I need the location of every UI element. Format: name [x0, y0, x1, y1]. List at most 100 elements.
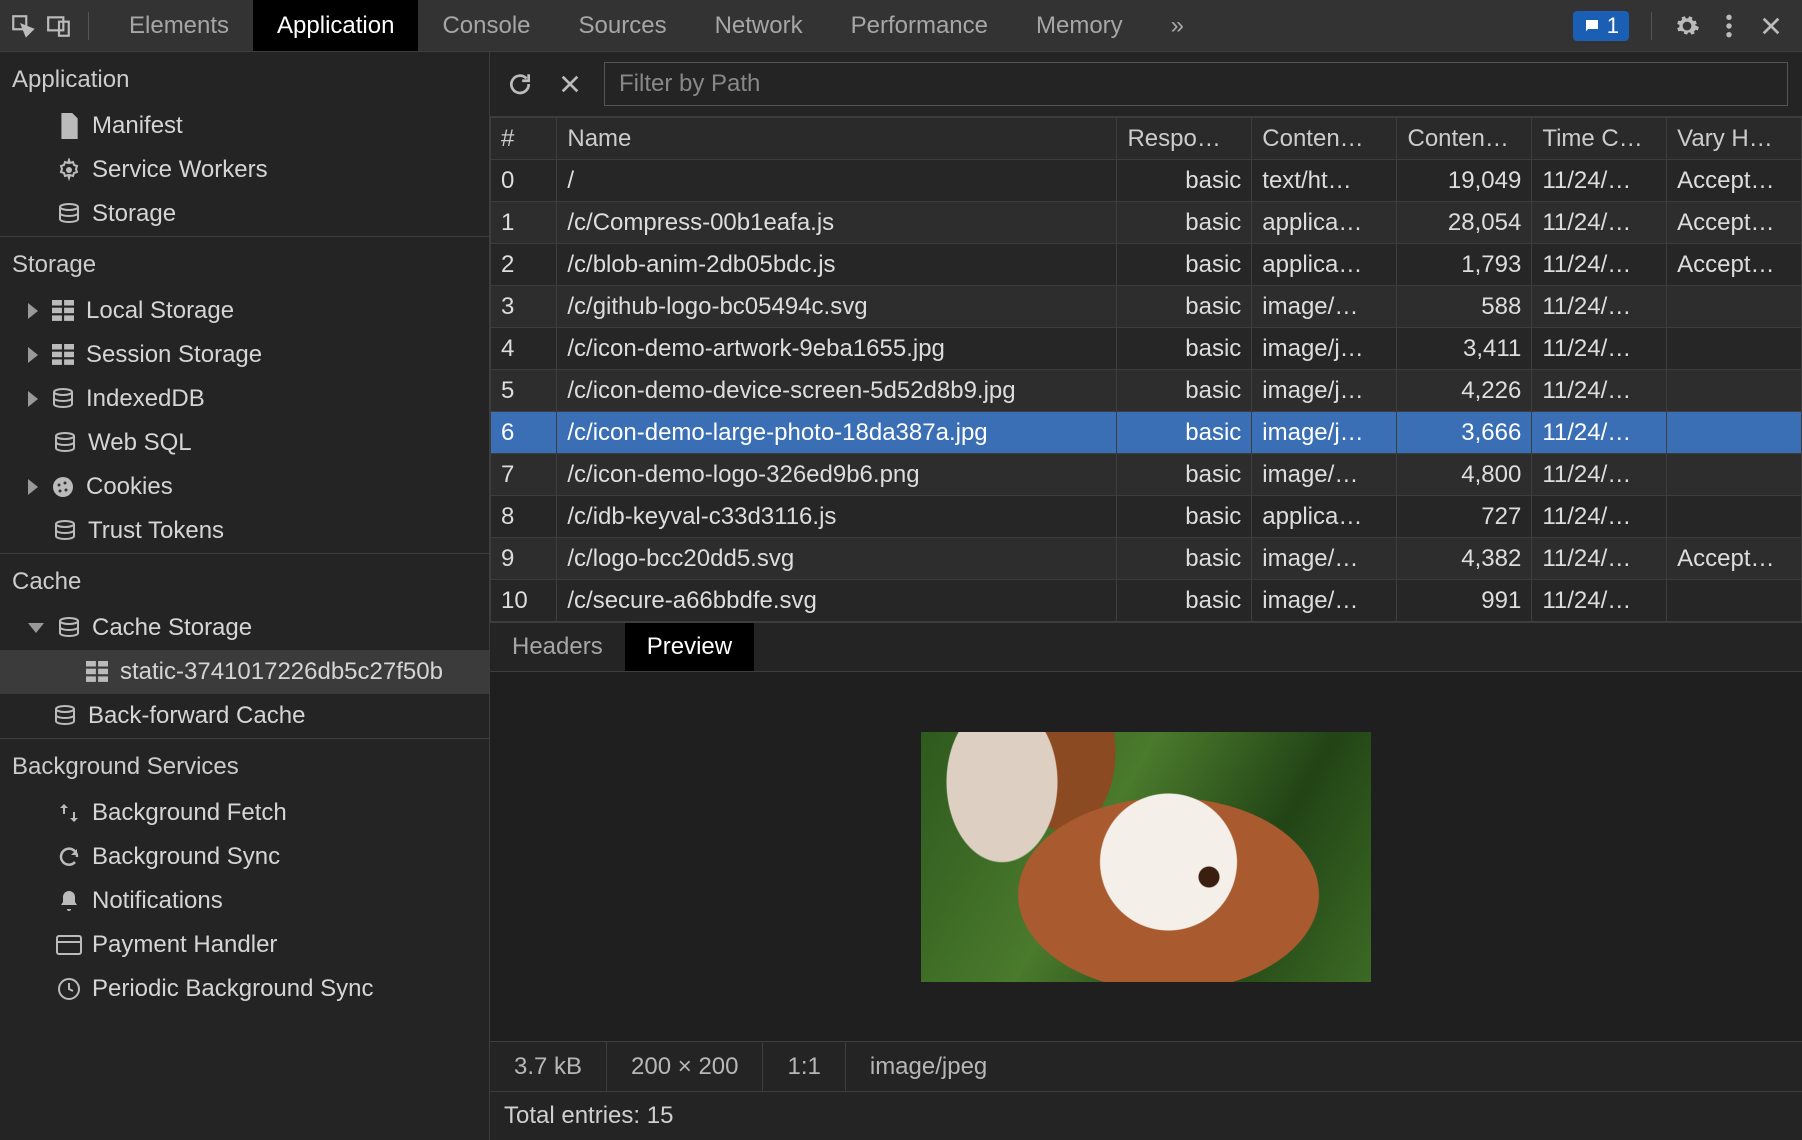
- cell-content-length: 3,666: [1397, 412, 1532, 454]
- section-application: Application: [0, 52, 489, 104]
- col-time-cached[interactable]: Time C…: [1532, 118, 1667, 160]
- table-row[interactable]: 2/c/blob-anim-2db05bdc.jsbasicapplica…1,…: [491, 244, 1802, 286]
- cell-vary: Accept…: [1667, 202, 1802, 244]
- sidebar-item-manifest[interactable]: Manifest: [0, 104, 489, 148]
- cell-content-type: applica…: [1252, 202, 1397, 244]
- grid-icon: [50, 298, 76, 324]
- gear-icon[interactable]: [1674, 13, 1700, 39]
- devtools-topbar: Elements Application Console Sources Net…: [0, 0, 1802, 52]
- cell-response-type: basic: [1117, 412, 1252, 454]
- expand-icon[interactable]: [28, 303, 38, 319]
- table-row[interactable]: 5/c/icon-demo-device-screen-5d52d8b9.jpg…: [491, 370, 1802, 412]
- sidebar-item-bg-fetch[interactable]: Background Fetch: [0, 791, 489, 835]
- tab-memory[interactable]: Memory: [1012, 0, 1147, 51]
- cell-content-type: image/j…: [1252, 370, 1397, 412]
- sidebar-item-label: Web SQL: [88, 429, 192, 457]
- cell-response-type: basic: [1117, 202, 1252, 244]
- cell-name: /c/logo-bcc20dd5.svg: [557, 538, 1117, 580]
- device-toggle-icon[interactable]: [46, 13, 72, 39]
- cell-time-cached: 11/24/…: [1532, 160, 1667, 202]
- col-response-type[interactable]: Respo…: [1117, 118, 1252, 160]
- section-cache: Cache: [0, 554, 489, 606]
- sidebar-item-label: IndexedDB: [86, 385, 205, 413]
- refresh-icon[interactable]: [504, 68, 536, 100]
- badge-count: 1: [1607, 13, 1619, 39]
- filter-by-path-input[interactable]: [604, 62, 1788, 106]
- sidebar-item-session-storage[interactable]: Session Storage: [0, 333, 489, 377]
- table-row[interactable]: 10/c/secure-a66bbdfe.svgbasicimage/…9911…: [491, 580, 1802, 622]
- sidebar-item-bg-sync[interactable]: Background Sync: [0, 835, 489, 879]
- col-content-length[interactable]: Conten…: [1397, 118, 1532, 160]
- inspect-icon[interactable]: [10, 13, 36, 39]
- kebab-icon[interactable]: [1716, 13, 1742, 39]
- issues-badge[interactable]: 1: [1573, 11, 1629, 41]
- cell-name: /: [557, 160, 1117, 202]
- cell-name: /c/github-logo-bc05494c.svg: [557, 286, 1117, 328]
- expand-icon[interactable]: [28, 347, 38, 363]
- sidebar-item-cache-storage[interactable]: Cache Storage: [0, 606, 489, 650]
- cell-content-length: 4,226: [1397, 370, 1532, 412]
- cell-response-type: basic: [1117, 370, 1252, 412]
- table-row[interactable]: 3/c/github-logo-bc05494c.svgbasicimage/……: [491, 286, 1802, 328]
- sidebar-item-service-workers[interactable]: Service Workers: [0, 148, 489, 192]
- sidebar-item-websql[interactable]: Web SQL: [0, 421, 489, 465]
- close-icon[interactable]: [1758, 13, 1784, 39]
- col-name[interactable]: Name: [557, 118, 1117, 160]
- table-row[interactable]: 9/c/logo-bcc20dd5.svgbasicimage/…4,38211…: [491, 538, 1802, 580]
- cell-content-length: 588: [1397, 286, 1532, 328]
- status-dimensions: 200 × 200: [606, 1042, 762, 1091]
- cell-index: 0: [491, 160, 557, 202]
- subtab-preview[interactable]: Preview: [625, 623, 754, 671]
- cell-time-cached: 11/24/…: [1532, 496, 1667, 538]
- table-row[interactable]: 1/c/Compress-00b1eafa.jsbasicapplica…28,…: [491, 202, 1802, 244]
- sidebar-item-label: Service Workers: [92, 156, 268, 184]
- sidebar-item-cookies[interactable]: Cookies: [0, 465, 489, 509]
- table-row[interactable]: 6/c/icon-demo-large-photo-18da387a.jpgba…: [491, 412, 1802, 454]
- expand-icon[interactable]: [28, 391, 38, 407]
- cell-index: 2: [491, 244, 557, 286]
- sidebar-item-local-storage[interactable]: Local Storage: [0, 289, 489, 333]
- database-icon: [52, 430, 78, 456]
- cell-content-type: image/j…: [1252, 328, 1397, 370]
- application-sidebar: Application Manifest Service Workers Sto…: [0, 52, 490, 1140]
- table-row[interactable]: 7/c/icon-demo-logo-326ed9b6.pngbasicimag…: [491, 454, 1802, 496]
- cell-vary: Accept…: [1667, 160, 1802, 202]
- bell-icon: [56, 888, 82, 914]
- subtab-headers[interactable]: Headers: [490, 623, 625, 671]
- tab-application[interactable]: Application: [253, 0, 418, 51]
- collapse-icon[interactable]: [28, 623, 44, 633]
- tab-sources[interactable]: Sources: [555, 0, 691, 51]
- sidebar-item-indexeddb[interactable]: IndexedDB: [0, 377, 489, 421]
- cell-vary: [1667, 328, 1802, 370]
- sidebar-item-label: Storage: [92, 200, 176, 228]
- delete-icon[interactable]: [554, 68, 586, 100]
- tab-elements[interactable]: Elements: [105, 0, 253, 51]
- col-content-type[interactable]: Conten…: [1252, 118, 1397, 160]
- sidebar-item-trust-tokens[interactable]: Trust Tokens: [0, 509, 489, 553]
- grid-icon: [50, 342, 76, 368]
- sidebar-item-notifications[interactable]: Notifications: [0, 879, 489, 923]
- tab-network[interactable]: Network: [691, 0, 827, 51]
- sidebar-item-label: Background Sync: [92, 843, 280, 871]
- sidebar-item-label: Background Fetch: [92, 799, 287, 827]
- cell-time-cached: 11/24/…: [1532, 370, 1667, 412]
- sidebar-item-periodic-bg-sync[interactable]: Periodic Background Sync: [0, 967, 489, 1011]
- preview-status-bar: 3.7 kB 200 × 200 1:1 image/jpeg: [490, 1041, 1802, 1091]
- tab-console[interactable]: Console: [418, 0, 554, 51]
- topbar-right-icons: 1: [1555, 0, 1802, 51]
- col-vary-header[interactable]: Vary H…: [1667, 118, 1802, 160]
- table-row[interactable]: 8/c/idb-keyval-c33d3116.jsbasicapplica…7…: [491, 496, 1802, 538]
- cell-content-type: applica…: [1252, 244, 1397, 286]
- cell-content-length: 991: [1397, 580, 1532, 622]
- tab-performance[interactable]: Performance: [827, 0, 1012, 51]
- tab-overflow[interactable]: »: [1147, 0, 1208, 51]
- expand-icon[interactable]: [28, 479, 38, 495]
- table-row[interactable]: 0/basictext/ht…19,04911/24/…Accept…: [491, 160, 1802, 202]
- sidebar-item-storage[interactable]: Storage: [0, 192, 489, 236]
- sidebar-item-payment-handler[interactable]: Payment Handler: [0, 923, 489, 967]
- table-row[interactable]: 4/c/icon-demo-artwork-9eba1655.jpgbasici…: [491, 328, 1802, 370]
- col-index[interactable]: #: [491, 118, 557, 160]
- sidebar-item-label: Back-forward Cache: [88, 702, 305, 730]
- sidebar-item-back-forward-cache[interactable]: Back-forward Cache: [0, 694, 489, 738]
- sidebar-item-cache-entry[interactable]: static-3741017226db5c27f50b: [0, 650, 489, 694]
